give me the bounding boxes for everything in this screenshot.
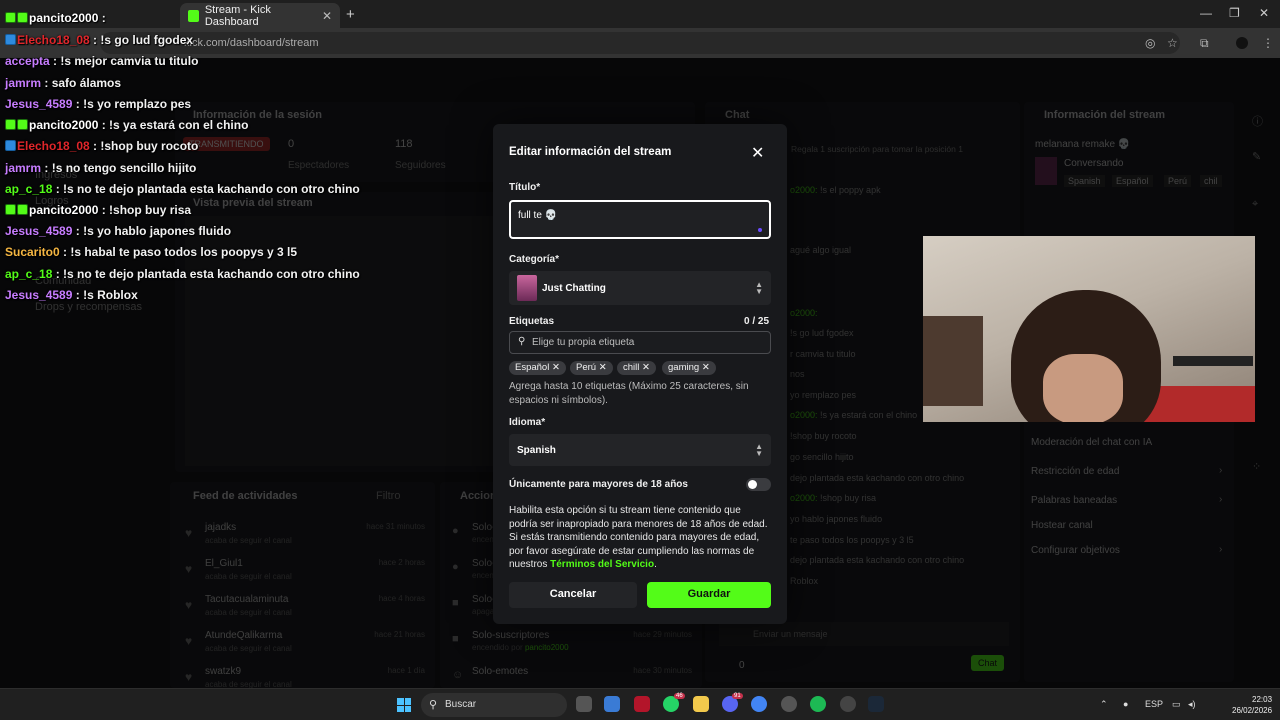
star-icon[interactable]: ☆ (1167, 36, 1178, 50)
title-label: Título* (509, 182, 541, 193)
webcam-shelf (923, 316, 983, 406)
overlay-chat-line: ap_c_18 : !s no te dejo plantada esta ka… (5, 182, 360, 196)
overlay-chat-line: Jesus_4589 : !s yo remplazo pes (5, 97, 192, 111)
file-explorer-icon[interactable] (693, 696, 709, 712)
whatsapp-badge: 46 (674, 693, 685, 699)
tags-count: 0 / 25 (744, 316, 770, 327)
modal-title: Editar información del stream (509, 146, 672, 158)
mod-badge-icon (5, 34, 16, 45)
cancel-button[interactable]: Cancelar (509, 582, 637, 608)
mod-badge-icon (5, 140, 16, 151)
app-icon[interactable] (634, 696, 650, 712)
toggle-knob (748, 480, 757, 489)
obs-icon[interactable] (781, 696, 797, 712)
close-window-button[interactable]: ✕ (1259, 6, 1269, 20)
task-view-icon[interactable] (576, 696, 592, 712)
webcam-person-face (1043, 354, 1123, 422)
windows-start-icon[interactable] (397, 698, 411, 712)
remove-tag-icon[interactable]: ✕ (599, 362, 607, 373)
network-icon[interactable]: ▭ (1172, 699, 1181, 710)
overlay-chat-line: Jesus_4589 : !s Roblox (5, 288, 138, 302)
sub-badge-icon (17, 204, 28, 215)
tag-chip[interactable]: gaming ✕ (662, 361, 716, 375)
category-select[interactable]: Just Chatting ▲ ▼ (509, 271, 771, 305)
new-tab-button[interactable]: + (346, 6, 355, 23)
steam-icon[interactable] (868, 696, 884, 712)
tag-search-input[interactable]: ⚲ Elige tu propia etiqueta (509, 331, 771, 354)
sub-badge-icon (5, 12, 16, 23)
webcam-keyboard (1173, 356, 1253, 366)
url-field[interactable]: kick.com/dashboard/stream (100, 32, 1180, 54)
title-input[interactable]: full te 💀 (509, 200, 771, 239)
discord-badge: 91 (732, 693, 743, 699)
overlay-chat-line: Sucarito0 : !s habal te paso todos los p… (5, 245, 298, 259)
overlay-chat-line: pancito2000 : (5, 11, 106, 25)
sub-badge-icon (17, 12, 28, 23)
tag-chip[interactable]: Perú ✕ (570, 361, 613, 375)
maximize-button[interactable]: ❐ (1229, 6, 1240, 20)
webcam-overlay (923, 236, 1255, 422)
terms-link[interactable]: Términos del Servicio (550, 559, 654, 570)
adult-toggle[interactable] (746, 478, 771, 491)
adult-description: Habilita esta opción si tu stream tiene … (509, 505, 768, 570)
tags-label: Etiquetas (509, 316, 555, 327)
language-select[interactable]: Spanish ▲ ▼ (509, 434, 771, 466)
grammarly-dot-icon (758, 228, 762, 232)
menu-icon[interactable]: ⋮ (1262, 36, 1274, 50)
updown-arrows-icon: ▲ ▼ (755, 280, 763, 296)
search-icon: ⚲ (429, 699, 438, 711)
save-button[interactable]: Guardar (647, 582, 771, 608)
profile-avatar[interactable] (1236, 37, 1248, 49)
overlay-chat-line: Jesus_4589 : !s yo hablo japones fluido (5, 224, 232, 238)
chevron-up-icon[interactable]: ⌃ (1100, 699, 1108, 710)
edit-stream-modal: Editar información del stream ✕ Título* … (493, 124, 787, 624)
just-chatting-thumbnail (517, 275, 537, 301)
overlay-chat-line: Elecho18_08 : !shop buy rocoto (5, 139, 198, 153)
adult-label: Únicamente para mayores de 18 años (509, 479, 688, 490)
kick-favicon-icon (188, 9, 199, 22)
language-label: Idioma* (509, 417, 546, 428)
browser-tab-bar: Stream - Kick Dashboard ✕ + — ❐ ✕ (0, 0, 1280, 28)
remove-tag-icon[interactable]: ✕ (642, 362, 650, 373)
overlay-chat-line: jamrm : !s no tengo sencillo hijito (5, 161, 197, 175)
overlay-chat-line: pancito2000 : !shop buy risa (5, 203, 191, 217)
category-label: Categoría* (509, 254, 560, 265)
sub-badge-icon (5, 119, 16, 130)
taskbar-search[interactable]: ⚲ Buscar (421, 693, 567, 717)
minimize-button[interactable]: — (1200, 6, 1212, 20)
overlay-chat-line: jamrm : safo álamos (5, 76, 122, 90)
volume-icon[interactable]: ◂) (1188, 699, 1196, 710)
tab-title: Stream - Kick Dashboard (204, 3, 271, 28)
updown-arrows-icon: ▲ ▼ (755, 442, 763, 458)
tag-chip[interactable]: Español ✕ (509, 361, 566, 375)
remove-tag-icon[interactable]: ✕ (702, 362, 710, 373)
store-icon[interactable] (604, 696, 620, 712)
overlay-chat-line: Elecho18_08 : !s go lud fgodex (5, 33, 193, 47)
search-icon: ⚲ (518, 336, 526, 347)
remove-tag-icon[interactable]: ✕ (552, 362, 560, 373)
sub-badge-icon (17, 119, 28, 130)
overlay-chat-line: pancito2000 : !s ya estará con el chino (5, 118, 248, 132)
language-indicator[interactable]: ESP (1145, 699, 1163, 709)
windows-taskbar: ⚲ Buscar 46 91 ⌃ ● ESP ▭ ◂) 22:03 26/02/20… (0, 688, 1280, 720)
sub-badge-icon (5, 204, 16, 215)
tab-kick-dashboard[interactable]: Stream - Kick Dashboard ✕ (180, 3, 340, 28)
tab-close-icon[interactable]: ✕ (322, 9, 332, 23)
extensions-icon[interactable]: ⧉ (1200, 36, 1209, 51)
close-icon[interactable]: ✕ (751, 143, 764, 163)
microphone-icon[interactable]: ● (1123, 699, 1128, 709)
taskbar-clock[interactable]: 22:03 26/02/2026 (1232, 694, 1272, 716)
eye-off-icon[interactable]: ◎ (1145, 36, 1155, 50)
chrome-icon[interactable] (751, 696, 767, 712)
tag-chip[interactable]: chill ✕ (617, 361, 656, 375)
app-icon[interactable] (840, 696, 856, 712)
overlay-chat-line: ap_c_18 : !s no te dejo plantada esta ka… (5, 267, 360, 281)
tags-help-text: Agrega hasta 10 etiquetas (Máximo 25 car… (509, 381, 749, 406)
overlay-chat-line: accepta : !s mejor camvia tu titulo (5, 54, 199, 68)
spotify-icon[interactable] (810, 696, 826, 712)
